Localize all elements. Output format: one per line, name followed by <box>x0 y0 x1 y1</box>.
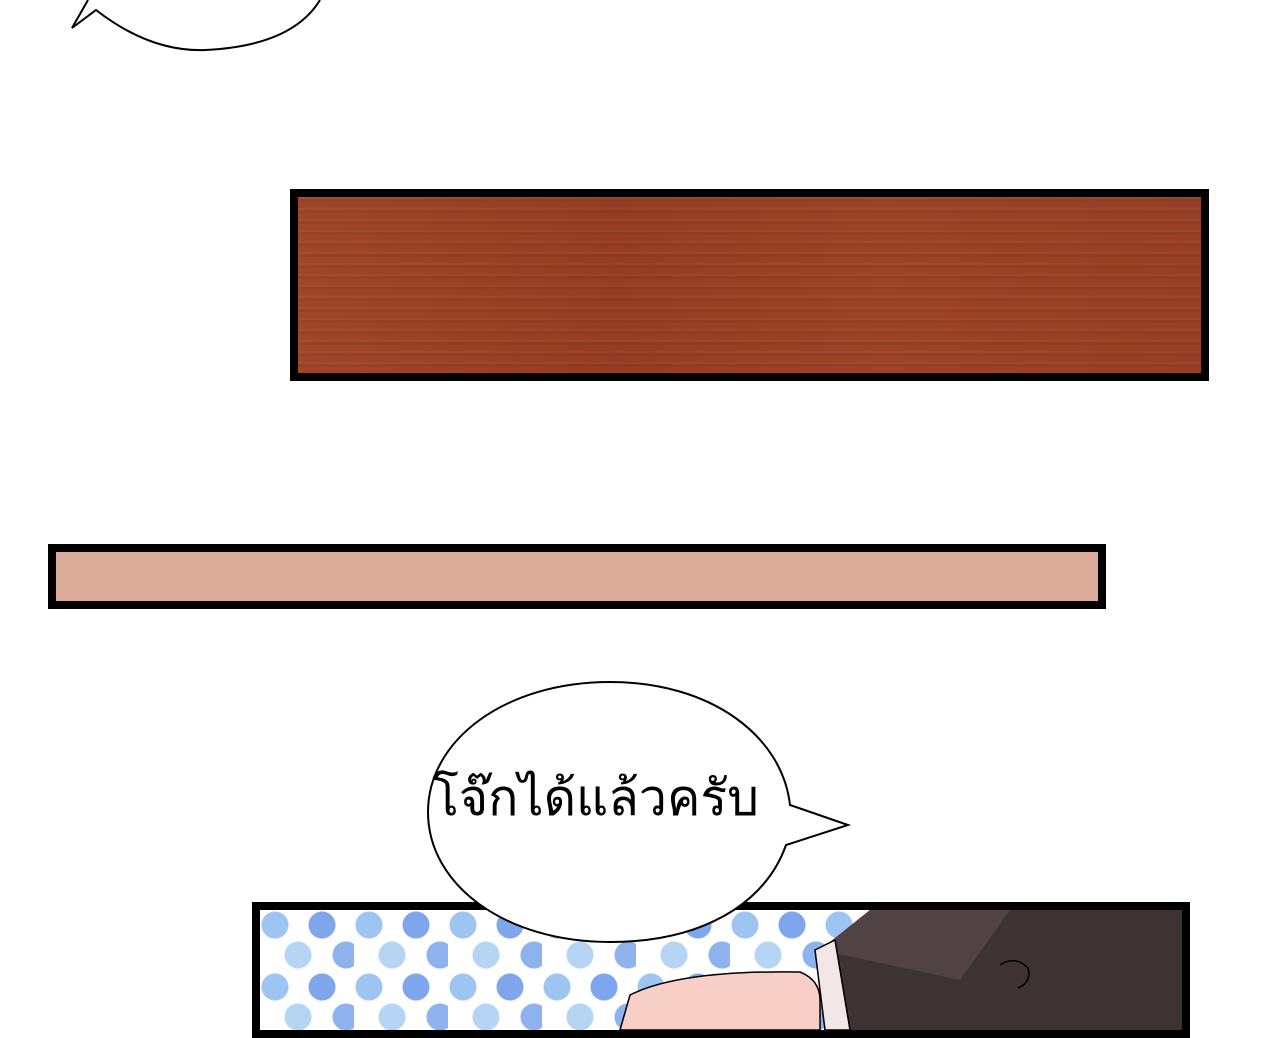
top-speech-bubble <box>71 0 321 52</box>
wood-texture-panel <box>290 189 1209 381</box>
hand <box>619 971 821 1030</box>
pink-panel <box>48 544 1106 609</box>
speech-bubble-text: โจ๊กได้แล้วครับ <box>432 769 760 827</box>
